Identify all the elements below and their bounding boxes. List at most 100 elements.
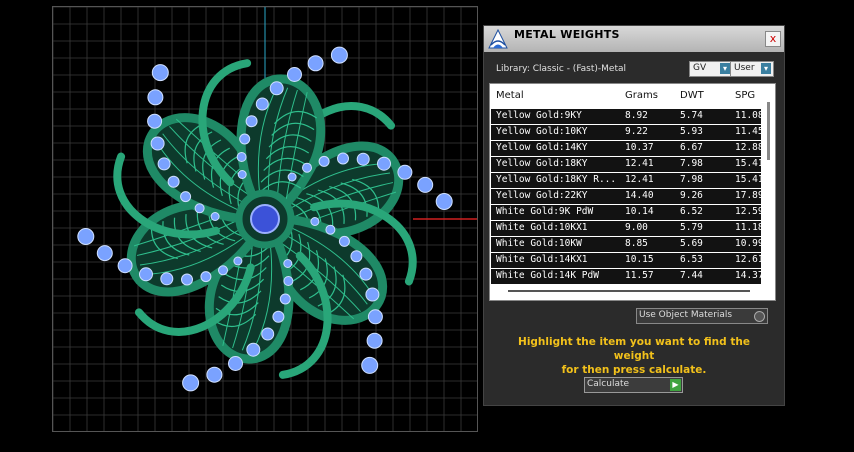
gem-stone — [417, 176, 434, 193]
panel-title: METAL WEIGHTS — [514, 28, 620, 41]
play-icon: ▶ — [670, 379, 681, 391]
gem-stone — [302, 162, 312, 173]
use-object-materials-dropdown[interactable]: Use Object Materials — [636, 308, 768, 324]
cell-dwt: 6.53 — [680, 254, 703, 265]
gem-stone — [210, 212, 220, 221]
cell-metal: White Gold:9K PdW — [496, 206, 594, 217]
cell-spg: 15.41 — [735, 158, 764, 169]
3d-viewport[interactable] — [52, 6, 478, 432]
gem-stone — [287, 67, 302, 82]
gem-stone — [397, 164, 413, 180]
gem-stone — [236, 152, 247, 162]
gem-stone — [218, 265, 228, 276]
cell-dwt: 6.52 — [680, 206, 703, 217]
table-row[interactable]: White Gold:14K PdW 11.57 7.44 14.37 — [491, 269, 764, 284]
gv-label: GV — [693, 63, 707, 73]
gem-stone — [283, 276, 294, 286]
cell-grams: 10.14 — [625, 206, 654, 217]
gem-stone — [200, 271, 212, 283]
cell-dwt: 5.74 — [680, 110, 703, 121]
gem-stone — [167, 175, 180, 188]
table-row[interactable]: Yellow Gold:22KY 14.40 9.26 17.89 — [491, 189, 764, 204]
gem-stone — [180, 191, 192, 203]
gv-dropdown[interactable]: GV ▾ — [689, 61, 733, 77]
cell-grams: 11.57 — [625, 270, 654, 281]
gem-stone — [206, 366, 223, 383]
table-row[interactable]: Yellow Gold:10KY 9.22 5.93 11.45 — [491, 125, 764, 140]
gem-stone — [96, 245, 113, 262]
cell-spg: 11.18 — [735, 222, 764, 233]
gem-stone — [338, 235, 350, 247]
help-line-2: for then press calculate. — [561, 364, 707, 376]
close-button[interactable]: x — [765, 31, 781, 47]
gem-stone — [310, 217, 320, 226]
calculate-button[interactable]: Calculate ▶ — [584, 377, 683, 393]
cell-dwt: 5.69 — [680, 238, 703, 249]
gem-stone — [287, 172, 297, 182]
gem-stone — [307, 55, 324, 72]
dropdown-arrow-icon: ▾ — [720, 63, 730, 74]
jewelry-model-render — [53, 7, 477, 431]
cell-dwt: 9.26 — [680, 190, 703, 201]
gem-stone — [337, 152, 349, 165]
metal-weights-panel: METAL WEIGHTS x Library: Classic - (Fast… — [483, 25, 785, 406]
gem-stone — [150, 136, 165, 151]
column-header-metal[interactable]: Metal — [496, 84, 524, 108]
cell-grams: 8.85 — [625, 238, 648, 249]
title-bar[interactable]: METAL WEIGHTS x — [484, 26, 784, 52]
table-row[interactable]: White Gold:14KX1 10.15 6.53 12.61 — [491, 253, 764, 268]
gem-stone — [330, 46, 348, 64]
gem-stone — [269, 81, 284, 96]
table-row[interactable]: Yellow Gold:14KY 10.37 6.67 12.88 — [491, 141, 764, 156]
gem-stone — [245, 115, 258, 128]
gem-stone — [367, 309, 383, 325]
gem-stone — [318, 155, 330, 167]
column-header-dwt[interactable]: DWT — [680, 84, 704, 108]
gem-stone — [261, 327, 275, 341]
cell-dwt: 6.67 — [680, 142, 703, 153]
cell-spg: 11.45 — [735, 126, 764, 137]
table-row[interactable]: Yellow Gold:18KY 12.41 7.98 15.41 — [491, 157, 764, 172]
cell-metal: White Gold:10KW — [496, 238, 582, 249]
gem-stone — [356, 152, 370, 166]
gem-stone — [194, 203, 205, 214]
cell-grams: 10.37 — [625, 142, 654, 153]
table-row[interactable]: White Gold:10KX1 9.00 5.79 11.18 — [491, 221, 764, 236]
gem-stone — [359, 267, 373, 281]
gem-stone — [77, 228, 95, 245]
cell-spg: 10.99 — [735, 238, 764, 249]
gem-stone — [182, 374, 200, 392]
close-icon: x — [769, 32, 777, 45]
table-row[interactable]: Yellow Gold:18KY R... 12.41 7.98 15.41 — [491, 173, 764, 188]
vertical-scrollbar[interactable] — [767, 102, 770, 160]
gem-stone — [160, 272, 174, 286]
table-row[interactable]: Yellow Gold:9KY 8.92 5.74 11.08 — [491, 109, 764, 124]
gem-stone — [435, 193, 453, 210]
cell-spg: 12.88 — [735, 142, 764, 153]
gem-stone — [237, 170, 247, 179]
gem-stone — [365, 287, 380, 302]
cell-spg: 17.89 — [735, 190, 764, 201]
column-header-spg[interactable]: SPG — [735, 84, 755, 108]
horizontal-scrollbar[interactable] — [508, 290, 750, 292]
cell-grams: 14.40 — [625, 190, 654, 201]
library-label: Library: Classic - (Fast)-Metal — [496, 64, 627, 74]
cell-spg: 11.08 — [735, 110, 764, 121]
cell-grams: 9.22 — [625, 126, 648, 137]
gem-stone — [283, 259, 293, 268]
gem-stone — [246, 342, 261, 357]
user-dropdown[interactable]: User ▾ — [730, 61, 774, 77]
cell-grams: 8.92 — [625, 110, 648, 121]
table-row[interactable]: White Gold:9K PdW 10.14 6.52 12.59 — [491, 205, 764, 220]
cell-metal: Yellow Gold:22KY — [496, 190, 588, 201]
gem-stone — [361, 356, 379, 374]
cell-metal: Yellow Gold:18KY R... — [496, 174, 617, 185]
dropdown-arrow-icon: ▾ — [761, 63, 771, 74]
column-header-grams[interactable]: Grams — [625, 84, 658, 108]
table-row[interactable]: White Gold:10KW 8.85 5.69 10.99 — [491, 237, 764, 252]
gem-stone — [272, 310, 285, 323]
gem-stone — [147, 113, 163, 129]
cell-grams: 9.00 — [625, 222, 648, 233]
cell-dwt: 5.79 — [680, 222, 703, 233]
option-dot-icon — [754, 311, 765, 322]
